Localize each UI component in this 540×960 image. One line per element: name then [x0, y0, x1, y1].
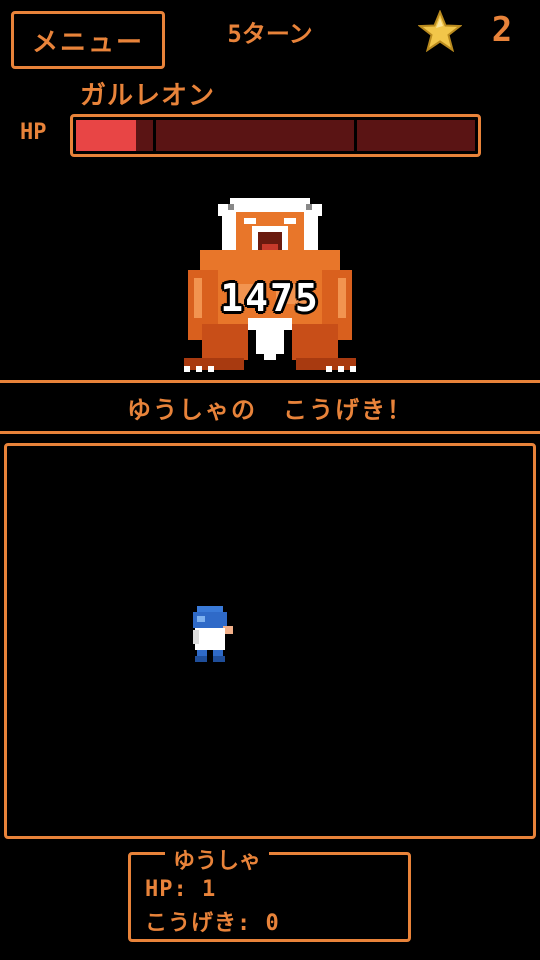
enemy-hp-track	[76, 120, 475, 151]
battle-field[interactable]	[4, 443, 536, 839]
battle-message: ゆうしゃの こうげき！	[0, 380, 540, 434]
star-count: 2	[491, 10, 513, 50]
enemy-hp-fill	[76, 120, 136, 151]
menu-button[interactable]: メニュー	[11, 11, 165, 69]
hero-attack: こうげき: 0	[145, 911, 280, 936]
hp-segment-divider	[153, 120, 156, 151]
game-screen: メニュー 5ターン 2 ガルレオン HP 1475 ゆうしゃの こうげき！ ゆう…	[0, 0, 540, 960]
hero-sprite[interactable]	[187, 604, 239, 664]
enemy-hp-bar	[70, 114, 481, 157]
hp-segment-divider	[354, 120, 357, 151]
turn-counter: 5ターン	[227, 20, 313, 48]
enemy-hp-label: HP	[20, 120, 47, 145]
star-icon	[418, 10, 462, 52]
hero-name: ゆうしゃ	[165, 843, 270, 875]
hero-hp: HP: 1	[145, 877, 217, 902]
damage-number: 1475	[220, 276, 320, 320]
enemy-name: ガルレオン	[80, 81, 216, 111]
hero-status-panel: ゆうしゃ HP: 1 こうげき: 0	[128, 843, 411, 942]
